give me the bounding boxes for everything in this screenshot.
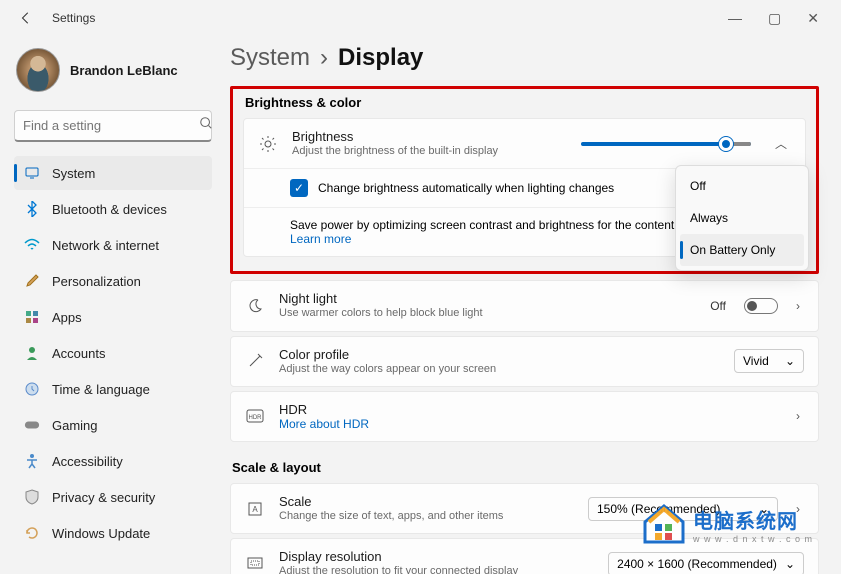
nav-label: Accounts [52, 346, 105, 361]
auto-brightness-checkbox[interactable]: ✓ [290, 179, 308, 197]
sidebar-item-system[interactable]: System [14, 156, 212, 190]
chevron-down-icon: ⌄ [785, 354, 795, 368]
hdr-icon: HDR [245, 406, 265, 426]
nav: System Bluetooth & devices Network & int… [14, 156, 212, 550]
brightness-sub: Adjust the brightness of the built-in di… [292, 144, 567, 158]
section-brightness-color: Brightness & color [243, 95, 806, 110]
sidebar-item-network[interactable]: Network & internet [14, 228, 212, 262]
brightness-icon [258, 134, 278, 154]
hdr-row[interactable]: HDR HDR More about HDR › [231, 392, 818, 441]
breadcrumb-current: Display [338, 44, 423, 72]
chevron-up-icon[interactable]: ︿ [771, 131, 791, 156]
color-profile-select[interactable]: Vivid⌄ [734, 349, 804, 373]
scale-icon: A [245, 499, 265, 519]
brightness-title: Brightness [292, 129, 567, 144]
section-scale-layout: Scale & layout [232, 460, 819, 475]
clock-icon [24, 381, 40, 397]
night-light-toggle[interactable] [744, 298, 778, 314]
chevron-right-icon[interactable]: › [792, 405, 804, 427]
highlighted-section: Brightness & color Brightness Adjust the… [230, 86, 819, 274]
hdr-title: HDR [279, 402, 778, 417]
nav-label: System [52, 166, 95, 181]
breadcrumb-sep: › [320, 44, 328, 72]
user-name: Brandon LeBlanc [70, 63, 178, 78]
nav-label: Accessibility [52, 454, 123, 469]
watermark: 电脑系统网 w w w . d n x t w . c o m [641, 504, 813, 544]
apps-icon [24, 309, 40, 325]
nav-label: Time & language [52, 382, 150, 397]
house-icon [641, 504, 687, 544]
resolution-sub: Adjust the resolution to fit your connec… [279, 564, 594, 574]
person-icon [24, 345, 40, 361]
auto-brightness-label: Change brightness automatically when lig… [318, 181, 614, 195]
sidebar-item-accounts[interactable]: Accounts [14, 336, 212, 370]
avatar [16, 48, 60, 92]
bluetooth-icon [24, 201, 40, 217]
night-light-sub: Use warmer colors to help block blue lig… [279, 306, 696, 320]
learn-more-link[interactable]: Learn more [290, 232, 351, 246]
night-light-title: Night light [279, 291, 696, 306]
resolution-icon [245, 554, 265, 574]
nav-label: Bluetooth & devices [52, 202, 167, 217]
maximize-button[interactable]: ▢ [768, 10, 781, 27]
nav-label: Personalization [52, 274, 141, 289]
night-light-row[interactable]: Night light Use warmer colors to help bl… [231, 281, 818, 330]
game-icon [24, 417, 40, 433]
color-profile-icon [245, 351, 265, 371]
nav-label: Apps [52, 310, 82, 325]
nav-label: Gaming [52, 418, 98, 433]
minimize-button[interactable]: — [728, 10, 742, 27]
sidebar-item-gaming[interactable]: Gaming [14, 408, 212, 442]
chevron-right-icon[interactable]: › [792, 295, 804, 317]
access-icon [24, 453, 40, 469]
breadcrumb-parent[interactable]: System [230, 44, 310, 72]
brightness-slider[interactable] [581, 142, 751, 146]
hdr-link[interactable]: More about HDR [279, 417, 778, 431]
resolution-title: Display resolution [279, 549, 594, 564]
close-button[interactable]: ✕ [807, 10, 819, 27]
watermark-cn: 电脑系统网 [693, 505, 813, 534]
search-input[interactable] [14, 110, 212, 142]
brush-icon [24, 273, 40, 289]
sidebar-item-update[interactable]: Windows Update [14, 516, 212, 550]
back-button[interactable] [8, 0, 44, 36]
svg-text:A: A [252, 505, 258, 514]
scale-title: Scale [279, 494, 574, 509]
system-icon [24, 165, 40, 181]
color-profile-title: Color profile [279, 347, 720, 362]
scale-sub: Change the size of text, apps, and other… [279, 509, 574, 523]
sidebar-item-bluetooth[interactable]: Bluetooth & devices [14, 192, 212, 226]
update-icon [24, 525, 40, 541]
dropdown-option-always[interactable]: Always [680, 202, 804, 234]
nav-label: Privacy & security [52, 490, 155, 505]
dropdown-option-off[interactable]: Off [680, 170, 804, 202]
sidebar-item-privacy[interactable]: Privacy & security [14, 480, 212, 514]
night-light-icon [245, 296, 265, 316]
svg-text:HDR: HDR [249, 415, 263, 421]
resolution-row[interactable]: Display resolution Adjust the resolution… [231, 539, 818, 574]
sidebar-item-time[interactable]: Time & language [14, 372, 212, 406]
color-profile-row[interactable]: Color profile Adjust the way colors appe… [231, 337, 818, 386]
sidebar-item-accessibility[interactable]: Accessibility [14, 444, 212, 478]
wifi-icon [24, 237, 40, 253]
watermark-url: w w w . d n x t w . c o m [693, 534, 813, 544]
window-title: Settings [52, 11, 95, 25]
search-icon [199, 116, 213, 135]
brightness-mode-dropdown: Off Always On Battery Only [675, 165, 809, 271]
resolution-select[interactable]: 2400 × 1600 (Recommended)⌄ [608, 552, 804, 574]
night-light-state: Off [710, 299, 730, 313]
color-profile-sub: Adjust the way colors appear on your scr… [279, 362, 720, 376]
shield-icon [24, 489, 40, 505]
nav-label: Windows Update [52, 526, 150, 541]
nav-label: Network & internet [52, 238, 159, 253]
breadcrumb: System › Display [230, 44, 819, 72]
sidebar-item-apps[interactable]: Apps [14, 300, 212, 334]
sidebar-item-personalization[interactable]: Personalization [14, 264, 212, 298]
chevron-down-icon: ⌄ [785, 557, 795, 571]
dropdown-option-battery[interactable]: On Battery Only [680, 234, 804, 266]
user-profile[interactable]: Brandon LeBlanc [14, 48, 212, 92]
brightness-row[interactable]: Brightness Adjust the brightness of the … [244, 119, 805, 168]
search-field[interactable] [23, 118, 199, 133]
